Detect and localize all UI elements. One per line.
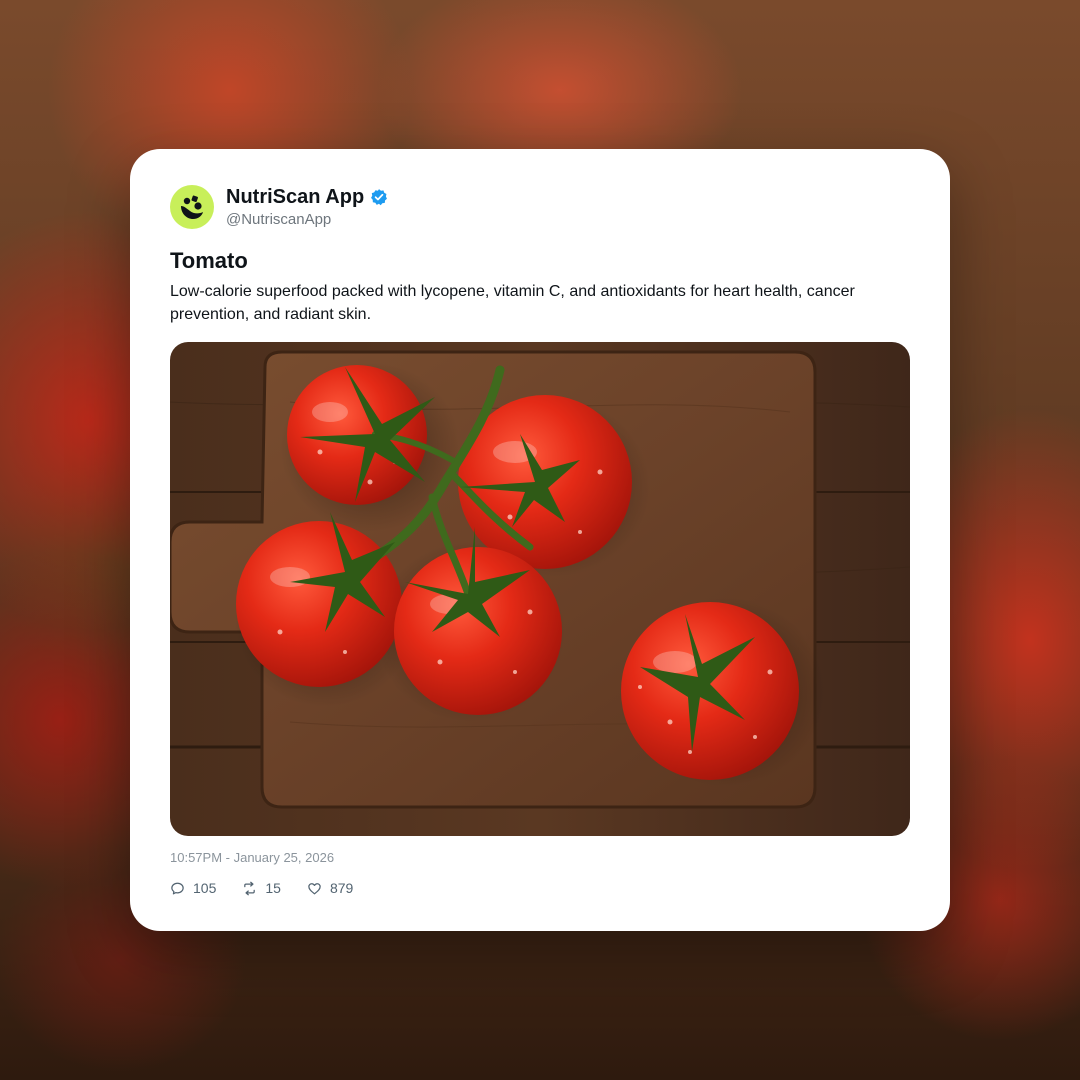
- reply-count: 105: [193, 880, 217, 896]
- like-count: 879: [329, 880, 354, 896]
- repost-button[interactable]: 15: [242, 880, 281, 896]
- avatar[interactable]: [170, 185, 214, 229]
- display-name[interactable]: NutriScan App: [226, 185, 364, 209]
- post-timestamp[interactable]: 10:57PM - January 25, 2026: [170, 849, 334, 867]
- repost-count: 15: [265, 880, 281, 896]
- like-button[interactable]: 879: [307, 880, 353, 896]
- repost-icon: [244, 881, 256, 895]
- post-actions: 105 15 879: [170, 880, 379, 896]
- author-info: NutriScan App @NutriscanApp: [226, 185, 388, 229]
- nutriscan-logo-icon: [181, 195, 203, 219]
- handle[interactable]: @NutriscanApp: [226, 210, 388, 229]
- post-header: NutriScan App @NutriscanApp: [170, 185, 388, 229]
- reply-button[interactable]: 105: [170, 880, 216, 896]
- post-body: Low-calorie superfood packed with lycope…: [170, 283, 855, 323]
- verified-badge-icon: [371, 189, 388, 206]
- comment-icon: [171, 882, 184, 894]
- post-title: Tomato: [170, 248, 248, 273]
- post-image[interactable]: [170, 342, 910, 836]
- heart-icon: [308, 882, 321, 894]
- post-card: NutriScan App @NutriscanApp Tomato Low-c…: [130, 149, 950, 931]
- name-row: NutriScan App: [226, 185, 388, 209]
